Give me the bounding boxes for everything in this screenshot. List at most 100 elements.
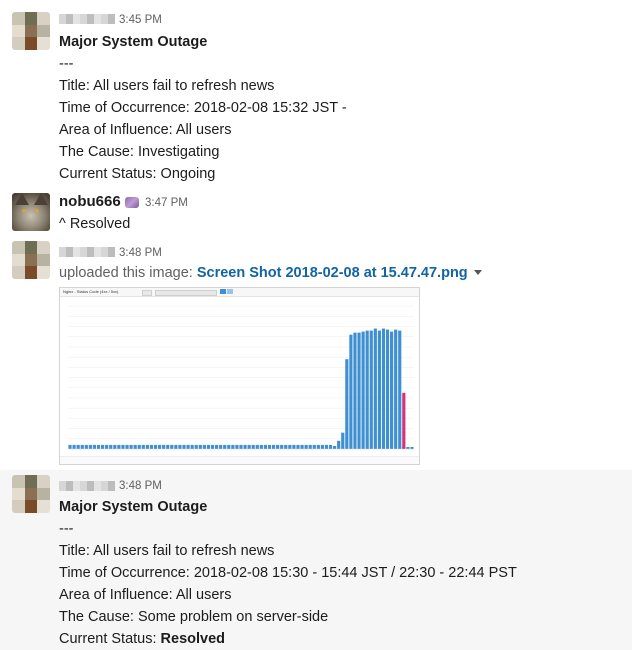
chart-bar [162,444,166,449]
status-code-bar-chart [68,305,414,450]
chart-bar [145,444,149,449]
chart-bar [243,444,247,449]
chart-bar [328,444,333,449]
chart-bar [341,432,345,449]
chart-bar [333,445,337,449]
chart-bar [373,328,377,449]
chart-bar [255,444,259,449]
redacted-username[interactable] [59,14,115,24]
chart-bar [84,444,88,449]
chart-bar [381,328,386,449]
chart-bar [312,444,316,449]
chart-bar [247,444,251,449]
chart-bar [406,446,410,449]
upload-line: uploaded this image: Screen Shot 2018-02… [59,264,482,282]
message-line: The Cause: Some problem on server-side [59,609,329,625]
chart-bar [202,444,206,449]
chart-bar [133,444,137,449]
message-heading: Major System Outage [59,499,208,515]
redacted-username[interactable] [59,481,115,491]
message-outage-report: 3:45 PM Major System Outage --- Title: A… [0,0,632,186]
chart-bar [357,332,361,449]
chart-bar [182,444,186,449]
chart-bar [190,444,194,449]
chart-bar [263,444,268,449]
chart-bar [137,444,141,449]
chart-bar [365,330,369,449]
chart-bar [223,444,227,449]
chart-bar [410,446,414,449]
chart-bar [80,444,84,449]
chart-bar [153,444,158,449]
chart-bar [170,444,174,449]
chart-bar [121,444,125,449]
chart-bar [117,444,121,449]
message-separator: --- [59,56,74,72]
message-line: Title: All users fail to refresh news [59,543,275,559]
chart-bar [288,444,292,449]
message-timestamp[interactable]: 3:48 PM [119,479,162,493]
chart-bar [284,444,288,449]
chart-bar [337,440,341,449]
screenshot-title: Nginx - Status Code (4xx / 5xx) [63,289,119,294]
screenshot-select [142,290,152,296]
message-separator: --- [59,521,74,537]
chart-bar [174,444,178,449]
chart-bar [227,444,231,449]
chart-bar [267,444,272,449]
chart-bar [210,444,215,449]
message-resolved: nobu666 3:47 PM ^ Resolved [0,188,632,236]
message-line: Area of Influence: All users [59,122,232,138]
chart-bar [259,444,263,449]
chart-bar [76,444,80,449]
chart-bar [320,444,324,449]
chart-bar [390,331,394,449]
upload-prefix: uploaded this image: [59,265,193,281]
chart-bar [178,444,182,449]
message-line: Time of Occurrence: 2018-02-08 15:32 JST… [59,100,347,116]
message-timestamp[interactable]: 3:48 PM [119,246,162,260]
chart-bar [113,444,117,449]
message-line: The Cause: Investigating [59,144,220,160]
redacted-username[interactable] [59,247,115,257]
message-timestamp[interactable]: 3:45 PM [119,13,162,27]
avatar-redacted-user[interactable] [12,475,50,513]
chart-bar [280,444,284,449]
chart-bar [158,444,162,449]
avatar-cat[interactable] [12,193,50,231]
chart-bar [324,444,329,449]
avatar-redacted-user[interactable] [12,12,50,50]
message-text: ^ Resolved [59,216,131,232]
chart-bar [214,444,219,449]
chart-bar [206,444,211,449]
chart-bar [125,444,129,449]
chart-bar [198,444,202,449]
chart-bar [308,444,312,449]
chart-bar [68,444,72,449]
chart-bar [231,444,235,449]
chart-bar [394,329,398,449]
chart-bar [369,330,373,449]
message-timestamp[interactable]: 3:47 PM [145,196,188,210]
chevron-down-icon[interactable] [473,270,482,275]
chart-legend [60,456,419,464]
status-line: Current Status: Resolved [59,630,225,648]
chart-bar [129,444,133,449]
chart-bar [271,444,276,449]
chart-bar [166,444,170,449]
image-attachment[interactable]: Nginx - Status Code (4xx / 5xx) [59,287,420,465]
chart-bar [101,444,105,449]
avatar-redacted-user[interactable] [12,241,50,279]
message-line: Title: All users fail to refresh news [59,78,275,94]
chart-bar [72,444,76,449]
chart-bar [92,444,97,449]
chart-bar [194,444,198,449]
username[interactable]: nobu666 [59,193,121,211]
chart-bar [316,444,320,449]
file-name-link[interactable]: Screen Shot 2018-02-08 at 15.47.47.png [197,265,468,281]
chart-bar [398,330,402,449]
chart-bar [149,444,154,449]
screenshot-toolbar: Nginx - Status Code (4xx / 5xx) [60,288,419,297]
chart-bar [377,330,381,449]
message-outage-resolved-report: 3:48 PM Major System Outage --- Title: A… [0,470,632,650]
